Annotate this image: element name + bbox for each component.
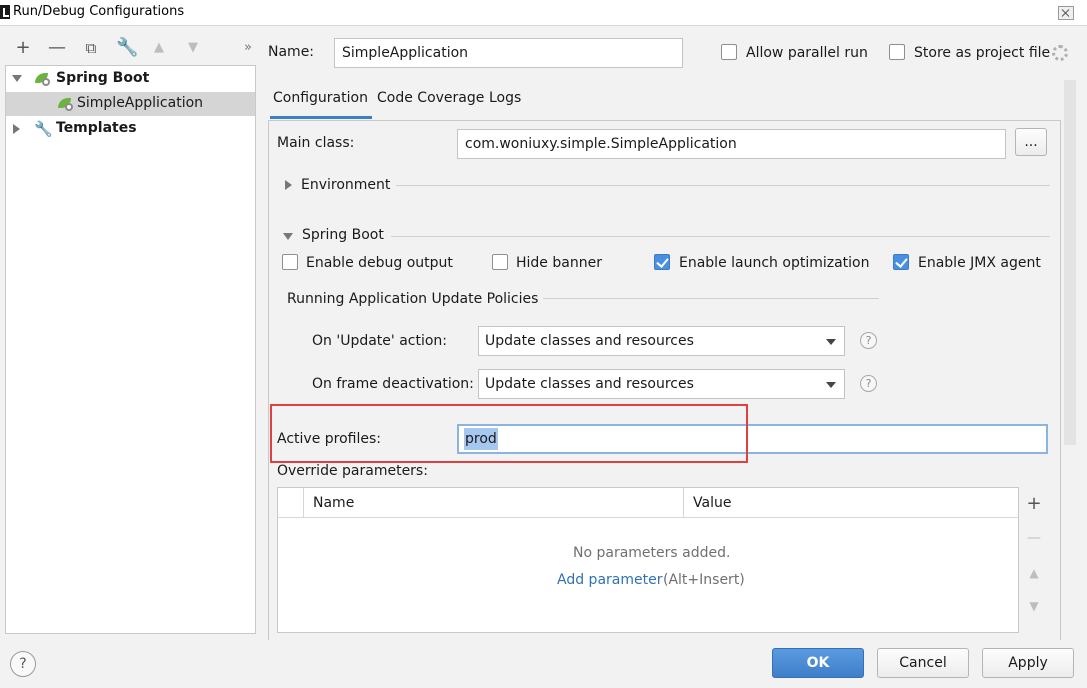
spring-boot-icon	[57, 97, 73, 111]
environment-section-label[interactable]: Environment	[301, 177, 390, 193]
help-icon[interactable]: ?	[860, 332, 877, 349]
arrow-up-icon[interactable]: ▲	[150, 38, 168, 58]
column-divider	[303, 488, 304, 518]
on-frame-deactivation-dropdown[interactable]: Update classes and resources	[478, 369, 845, 399]
active-tab-indicator	[270, 116, 372, 119]
title-bar: Run/Debug Configurations	[0, 0, 1087, 26]
hide-banner-label[interactable]: Hide banner	[516, 255, 602, 271]
allow-parallel-run-checkbox[interactable]	[721, 44, 737, 60]
chevron-down-icon	[826, 339, 836, 345]
enable-debug-output-label[interactable]: Enable debug output	[306, 255, 453, 271]
override-parameters-label: Override parameters:	[277, 463, 428, 479]
column-header-name[interactable]: Name	[313, 495, 354, 511]
separator	[396, 185, 1050, 186]
main-class-field[interactable]: com.woniuxy.simple.SimpleApplication	[457, 129, 1006, 159]
chevron-down-icon	[826, 382, 836, 388]
enable-launch-optimization-checkbox[interactable]	[654, 254, 670, 270]
hide-banner-checkbox[interactable]	[492, 254, 508, 270]
name-label: Name:	[268, 44, 315, 60]
spring-boot-icon	[34, 72, 50, 86]
apply-button[interactable]: Apply	[982, 648, 1074, 678]
enable-jmx-agent-checkbox[interactable]	[893, 254, 909, 270]
help-button[interactable]: ?	[10, 651, 36, 677]
tree-label-simple-application: SimpleApplication	[77, 95, 204, 111]
more-icon[interactable]: »	[239, 38, 257, 58]
enable-debug-output-checkbox[interactable]	[282, 254, 298, 270]
help-icon[interactable]: ?	[860, 375, 877, 392]
cancel-button[interactable]: Cancel	[877, 648, 969, 678]
add-icon[interactable]: +	[1026, 495, 1042, 513]
name-field[interactable]: SimpleApplication	[334, 38, 683, 68]
add-parameter-shortcut: (Alt+Insert)	[663, 572, 745, 588]
tree-item-templates[interactable]: 🔧 Templates	[6, 117, 255, 141]
allow-parallel-run-label[interactable]: Allow parallel run	[746, 45, 868, 61]
enable-jmx-agent-label[interactable]: Enable JMX agent	[918, 255, 1041, 271]
tab-code-coverage[interactable]: Code Coverage	[377, 90, 484, 106]
spring-boot-section-label[interactable]: Spring Boot	[302, 227, 384, 243]
on-update-action-label: On 'Update' action:	[312, 333, 448, 349]
plus-icon[interactable]: +	[14, 38, 32, 58]
empty-table-text: No parameters added.	[573, 545, 731, 561]
arrow-down-icon[interactable]: ▼	[184, 38, 202, 58]
tree-item-spring-boot[interactable]: Spring Boot	[6, 67, 255, 91]
column-divider	[683, 488, 684, 518]
table-header: Name Value	[278, 488, 1018, 518]
move-down-icon[interactable]: ▼	[1026, 598, 1042, 614]
minus-icon[interactable]: —	[48, 38, 66, 58]
move-up-icon[interactable]: ▲	[1026, 565, 1042, 581]
window-title: Run/Debug Configurations	[13, 4, 185, 19]
tab-configuration[interactable]: Configuration	[273, 90, 368, 106]
copy-icon[interactable]: ⧉	[82, 38, 100, 58]
collapse-arrow-icon[interactable]	[13, 124, 20, 134]
separator	[543, 298, 879, 299]
main-class-label: Main class:	[277, 135, 355, 151]
gear-icon[interactable]	[1052, 45, 1068, 61]
expand-arrow-icon[interactable]	[12, 75, 22, 82]
on-frame-deactivation-label: On frame deactivation:	[312, 376, 474, 392]
separator	[391, 236, 1050, 237]
wrench-icon[interactable]: 🔧	[116, 38, 138, 58]
tree-label-spring-boot: Spring Boot	[56, 70, 150, 86]
wrench-icon: 🔧	[34, 120, 53, 138]
override-parameters-table[interactable]: Name Value No parameters added. Add para…	[277, 487, 1019, 633]
update-policies-heading: Running Application Update Policies	[287, 291, 539, 307]
environment-expand-icon[interactable]	[285, 180, 292, 190]
enable-launch-optimization-label[interactable]: Enable launch optimization	[679, 255, 869, 271]
on-update-action-value: Update classes and resources	[485, 333, 694, 349]
column-header-value[interactable]: Value	[693, 495, 731, 511]
ok-button[interactable]: OK	[772, 648, 864, 678]
store-as-project-file-checkbox[interactable]	[889, 44, 905, 60]
spring-boot-collapse-icon[interactable]	[283, 233, 293, 240]
configuration-tree: Spring Boot SimpleApplication 🔧 Template…	[5, 65, 256, 634]
tree-item-simple-application[interactable]: SimpleApplication	[6, 92, 255, 116]
add-parameter-link[interactable]: Add parameter	[557, 572, 662, 588]
vertical-scrollbar[interactable]	[1064, 80, 1076, 445]
close-window-button[interactable]	[1058, 6, 1074, 20]
remove-icon[interactable]: —	[1026, 530, 1042, 546]
tree-label-templates: Templates	[56, 120, 137, 136]
highlight-box	[270, 404, 748, 463]
app-icon	[0, 5, 10, 19]
on-frame-deactivation-value: Update classes and resources	[485, 376, 694, 392]
browse-main-class-button[interactable]: ...	[1015, 128, 1047, 156]
store-as-project-file-label[interactable]: Store as project file	[914, 45, 1050, 61]
tab-logs[interactable]: Logs	[489, 90, 521, 106]
on-update-action-dropdown[interactable]: Update classes and resources	[478, 326, 845, 356]
